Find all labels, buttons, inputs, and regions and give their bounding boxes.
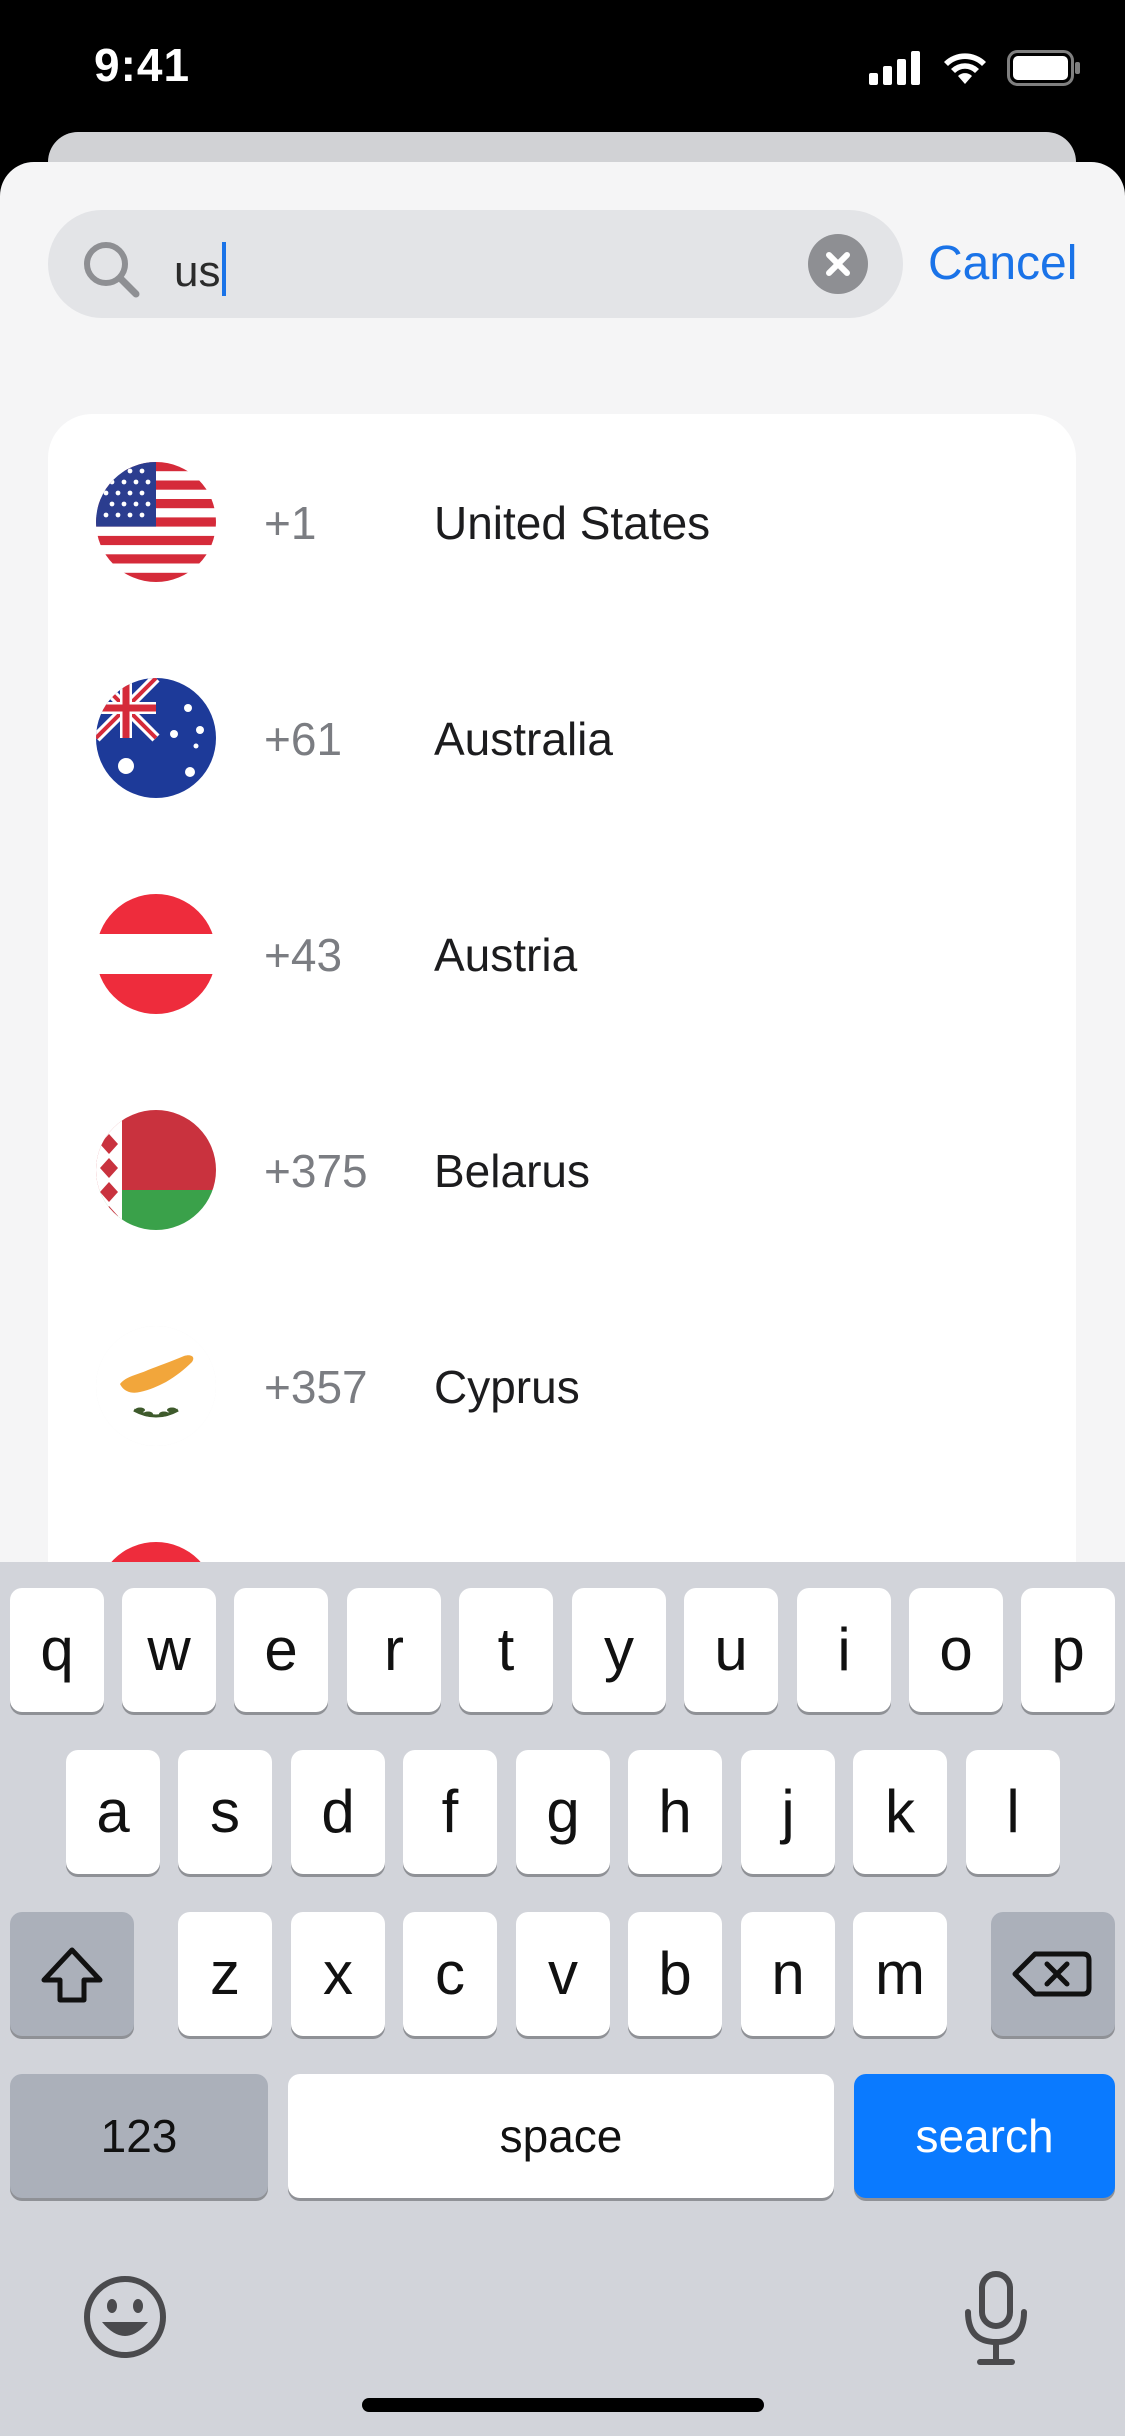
cyprus-flag-icon	[96, 1326, 216, 1446]
key-b[interactable]: b	[628, 1912, 722, 2036]
list-item[interactable]: +61 Australia	[48, 630, 1076, 846]
key-t[interactable]: t	[459, 1588, 553, 1712]
country-name: Belarus	[434, 1145, 590, 1197]
key-k[interactable]: k	[853, 1750, 947, 1874]
australia-flag-icon	[96, 678, 216, 798]
dial-code: +357	[264, 1361, 368, 1413]
austria-flag-icon	[96, 894, 216, 1014]
key-a[interactable]: a	[66, 1750, 160, 1874]
search-input[interactable]: us	[48, 210, 903, 318]
emoji-button[interactable]	[80, 2272, 170, 2367]
country-name: Australia	[434, 713, 613, 765]
key-n[interactable]: n	[741, 1912, 835, 2036]
key-c[interactable]: c	[403, 1912, 497, 2036]
battery-icon	[1007, 49, 1081, 91]
country-search-sheet: us Cancel +1 United States +61 Australia…	[0, 162, 1125, 1582]
wifi-icon	[941, 50, 989, 91]
shift-icon	[41, 1947, 103, 2003]
dial-code: +375	[264, 1145, 368, 1197]
close-icon	[826, 252, 850, 276]
country-name: United States	[434, 497, 711, 549]
dial-code: +43	[264, 929, 343, 981]
backspace-icon	[1012, 1951, 1092, 1997]
search-query: us	[174, 242, 227, 297]
country-name: Austria	[434, 929, 578, 981]
emoji-icon	[84, 2276, 166, 2358]
key-h[interactable]: h	[628, 1750, 722, 1874]
key-x[interactable]: x	[291, 1912, 385, 2036]
keyboard: q w e r t y u i o p a s d f g h j k l z …	[0, 1562, 1125, 2436]
space-key[interactable]: space	[288, 2074, 834, 2198]
key-o[interactable]: o	[909, 1588, 1003, 1712]
home-indicator	[362, 2398, 764, 2412]
list-item[interactable]: +43 Austria	[48, 846, 1076, 1062]
key-p[interactable]: p	[1021, 1588, 1115, 1712]
microphone-icon	[965, 2271, 1027, 2365]
key-f[interactable]: f	[403, 1750, 497, 1874]
numbers-key[interactable]: 123	[10, 2074, 268, 2198]
key-s[interactable]: s	[178, 1750, 272, 1874]
key-i[interactable]: i	[797, 1588, 891, 1712]
status-bar: 9:41	[0, 0, 1125, 140]
country-name: Cyprus	[434, 1361, 580, 1413]
list-item[interactable]: +357 Cyprus	[48, 1278, 1076, 1494]
key-w[interactable]: w	[122, 1588, 216, 1712]
search-icon	[82, 240, 140, 303]
key-q[interactable]: q	[10, 1588, 104, 1712]
list-item[interactable]: +1 United States	[48, 414, 1076, 630]
key-e[interactable]: e	[234, 1588, 328, 1712]
belarus-flag-icon	[96, 1110, 216, 1230]
list-item[interactable]: +375 Belarus	[48, 1062, 1076, 1278]
dial-code: +1	[264, 497, 317, 549]
key-r[interactable]: r	[347, 1588, 441, 1712]
key-m[interactable]: m	[853, 1912, 947, 2036]
cancel-button[interactable]: Cancel	[928, 236, 1077, 291]
key-g[interactable]: g	[516, 1750, 610, 1874]
shift-key[interactable]	[10, 1912, 134, 2036]
text-cursor	[222, 242, 227, 296]
cellular-signal-icon	[869, 50, 923, 90]
status-icons	[869, 49, 1081, 91]
clear-search-button[interactable]	[808, 234, 868, 294]
search-key[interactable]: search	[854, 2074, 1115, 2198]
key-l[interactable]: l	[966, 1750, 1060, 1874]
status-time: 9:41	[94, 39, 191, 91]
key-j[interactable]: j	[741, 1750, 835, 1874]
results-list: +1 United States +61 Australia +43 Austr…	[48, 414, 1076, 1582]
key-v[interactable]: v	[516, 1912, 610, 2036]
key-y[interactable]: y	[572, 1588, 666, 1712]
key-z[interactable]: z	[178, 1912, 272, 2036]
dictation-button[interactable]	[956, 2268, 1036, 2373]
key-u[interactable]: u	[684, 1588, 778, 1712]
delete-key[interactable]	[991, 1912, 1115, 2036]
key-d[interactable]: d	[291, 1750, 385, 1874]
us-flag-icon	[96, 462, 216, 582]
dial-code: +61	[264, 713, 343, 765]
